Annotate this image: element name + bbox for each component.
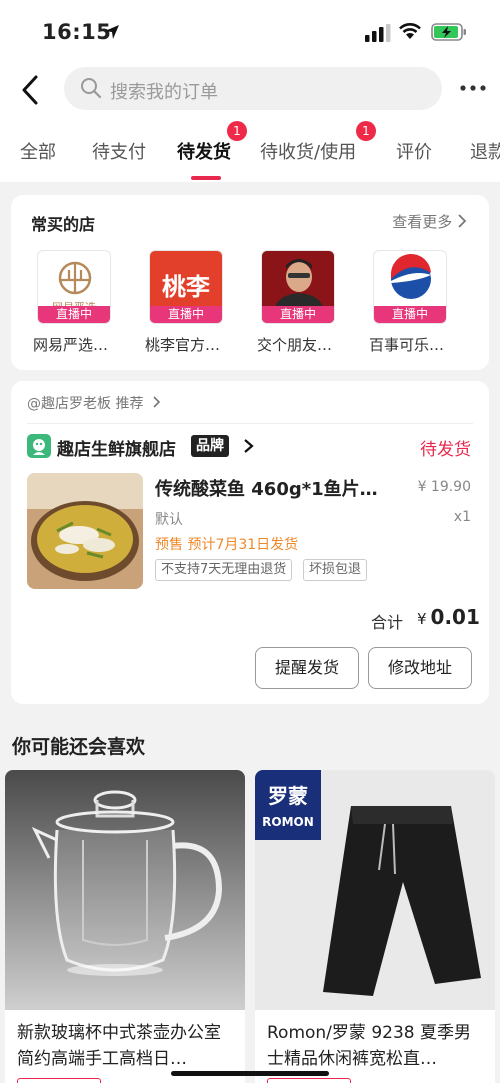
chevron-right-icon <box>458 214 467 228</box>
brand-tag: 品牌 <box>191 435 229 457</box>
fish-dish-image <box>27 473 143 589</box>
shop-logo: 网易严选 直播中 <box>37 250 111 324</box>
more-options-icon[interactable] <box>458 76 488 100</box>
shop-item[interactable]: 网易严选 直播中 网易严选… <box>33 250 111 354</box>
shop-name: 网易严选… <box>33 336 109 354</box>
chevron-right-icon <box>244 439 254 453</box>
product-spec: 默认 <box>155 512 183 528</box>
shop-logo: 直播中 <box>373 250 447 324</box>
wifi-icon <box>399 23 421 39</box>
search-placeholder: 搜索我的订单 <box>110 82 218 103</box>
person-portrait-icon <box>274 259 324 311</box>
recommender-label: @趣店罗老板 推荐 <box>27 396 144 412</box>
service-tag: 坏损包退 <box>303 559 368 581</box>
shop-item[interactable]: 直播中 百事可乐… <box>369 250 447 354</box>
see-more-link[interactable]: 查看更多 <box>392 211 467 232</box>
recommend-product-title: Romon/罗蒙 9238 夏季男士精品休闲裤宽松直… <box>267 1023 471 1069</box>
product-price: ¥ 19.90 <box>417 479 471 495</box>
shop-item[interactable]: 桃李 直播中 桃李官方… <box>145 250 223 354</box>
active-tab-indicator <box>191 176 221 180</box>
recommend-title: 你可能还会喜欢 <box>12 736 146 758</box>
order-tabs: 全部 待支付 待发货 1 待收货/使用 1 评价 退款 <box>0 118 500 182</box>
search-icon <box>81 78 102 99</box>
live-tag: 直播中 <box>150 306 222 323</box>
status-time: 16:15 <box>42 20 112 44</box>
cellular-signal-icon <box>365 24 391 42</box>
back-arrow-icon[interactable] <box>16 72 48 108</box>
product-quantity: x1 <box>453 509 471 525</box>
promo-tag <box>17 1078 101 1083</box>
shop-logo-text: 桃李 <box>162 273 210 301</box>
shop-item[interactable]: 直播中 交个朋友… <box>257 250 335 354</box>
tab-all[interactable]: 全部 <box>20 138 56 164</box>
recommend-product-title: 新款玻璃杯中式茶壶办公室简约高端手工高档日… <box>17 1023 221 1069</box>
total-value: 0.01 <box>430 605 480 629</box>
store-icon <box>27 434 51 458</box>
status-bar: 16:15 <box>0 0 500 62</box>
shop-logo: 桃李 直播中 <box>149 250 223 324</box>
pending-shipment-badge: 1 <box>227 121 247 141</box>
store-name[interactable]: 趣店生鲜旗舰店 <box>57 435 176 460</box>
live-tag: 直播中 <box>262 306 334 323</box>
frequent-shops-card: 常买的店 查看更多 网易严选 直播中 网易严选… 桃李 直播中 桃李官方… 直播… <box>11 195 489 370</box>
divider <box>27 423 473 424</box>
order-card: @趣店罗老板 推荐 趣店生鲜旗舰店 品牌 待发货 传统酸菜鱼 460g*1鱼片…… <box>11 381 489 704</box>
product-title[interactable]: 传统酸菜鱼 460g*1鱼片… <box>155 475 395 501</box>
recommend-product-card[interactable]: 新款玻璃杯中式茶壶办公室简约高端手工高档日… <box>5 770 245 1083</box>
total-amount: ¥0.01 <box>417 605 480 629</box>
tab-pending-receipt[interactable]: 待收货/使用 <box>260 138 356 164</box>
live-tag: 直播中 <box>374 306 446 323</box>
home-indicator[interactable] <box>171 1071 329 1076</box>
recommender-link[interactable]: @趣店罗老板 推荐 <box>27 393 161 413</box>
service-tag: 不支持7天无理由退货 <box>155 559 293 581</box>
order-status: 待发货 <box>420 440 471 460</box>
battery-charging-icon <box>431 23 466 41</box>
tab-pending-payment[interactable]: 待支付 <box>92 138 146 164</box>
glass-teapot-image <box>5 770 245 1010</box>
romon-logo: 罗蒙 ROMON <box>255 770 321 840</box>
see-more-label: 查看更多 <box>392 213 453 231</box>
product-image[interactable] <box>27 473 143 589</box>
shop-name: 桃李官方… <box>145 336 221 354</box>
shop-logo: 直播中 <box>261 250 335 324</box>
live-tag: 直播中 <box>38 306 110 323</box>
recommend-product-card[interactable]: 罗蒙 ROMON Romon/罗蒙 9238 夏季男士精品休闲裤宽松直… <box>255 770 495 1083</box>
presale-notice: 预售 预计7月31日发货 <box>155 537 299 553</box>
tab-pending-shipment[interactable]: 待发货 <box>177 138 231 164</box>
header: 搜索我的订单 <box>0 62 500 118</box>
pepsi-logo-icon <box>390 253 431 299</box>
shop-name: 交个朋友… <box>257 336 333 354</box>
shop-name: 百事可乐… <box>369 336 445 354</box>
promo-tag <box>267 1078 351 1083</box>
change-address-button[interactable]: 修改地址 <box>368 647 472 689</box>
total-currency: ¥ <box>417 610 427 628</box>
chevron-right-icon <box>153 396 161 408</box>
romon-logo-en: ROMON <box>262 815 314 829</box>
total-label: 合计 <box>371 613 404 632</box>
tab-reviews[interactable]: 评价 <box>396 138 432 164</box>
tab-refund[interactable]: 退款 <box>470 138 500 164</box>
location-arrow-icon <box>105 25 119 39</box>
romon-logo-cn: 罗蒙 <box>268 784 308 808</box>
remind-shipment-button[interactable]: 提醒发货 <box>255 647 359 689</box>
frequent-shops-title: 常买的店 <box>31 215 96 234</box>
search-input[interactable]: 搜索我的订单 <box>64 67 442 110</box>
pending-receipt-badge: 1 <box>356 121 376 141</box>
